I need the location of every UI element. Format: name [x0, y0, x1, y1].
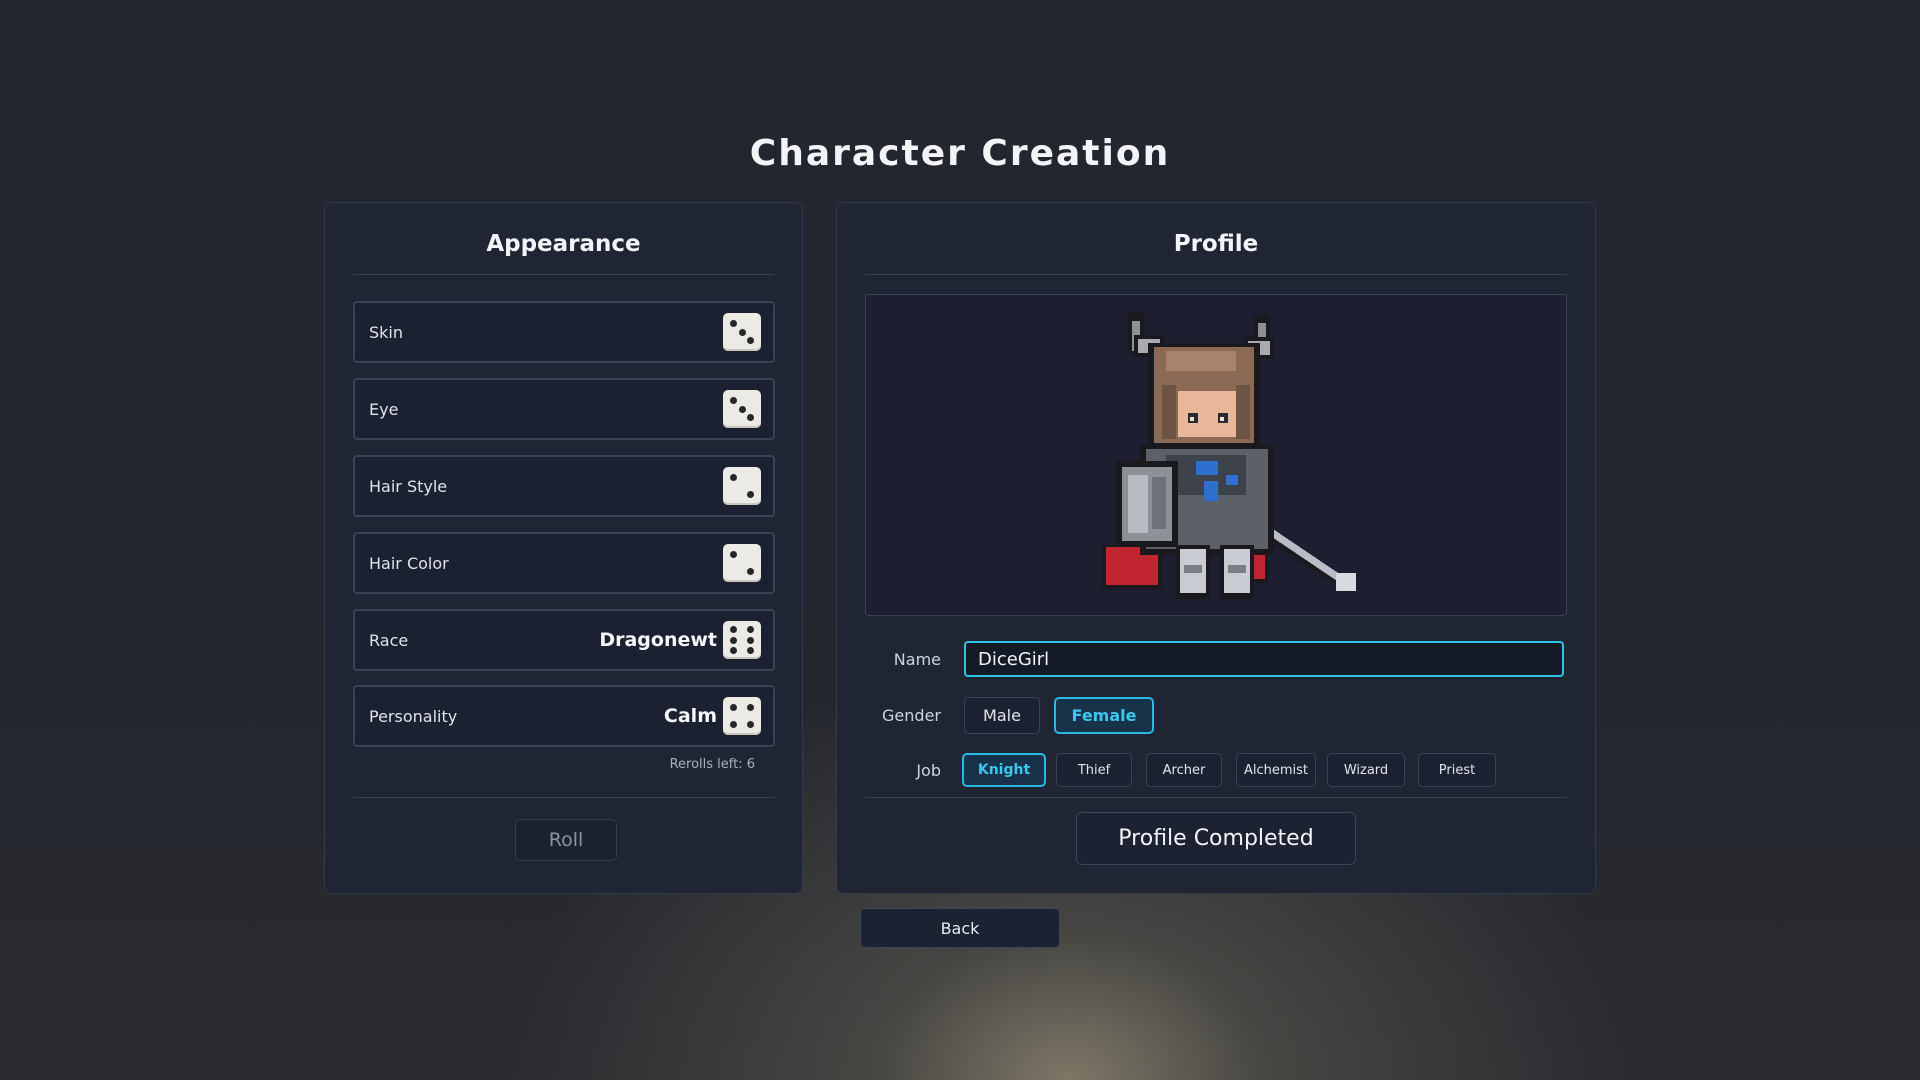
- row-label: Hair Color: [369, 553, 449, 573]
- appearance-row-hair-color: Hair Color: [353, 532, 775, 594]
- appearance-row-hair-style: Hair Style: [353, 455, 775, 517]
- dice-icon[interactable]: [723, 467, 761, 505]
- die-pip: [747, 636, 755, 644]
- die-pip: [729, 703, 737, 711]
- die-pip: [738, 328, 746, 336]
- character-preview: [865, 294, 1567, 616]
- die-pip: [738, 405, 746, 413]
- job-priest-button[interactable]: Priest: [1418, 753, 1496, 787]
- appearance-row-eye: Eye: [353, 378, 775, 440]
- roll-button[interactable]: Roll: [515, 819, 617, 861]
- die-pip: [729, 396, 737, 404]
- job-knight-button[interactable]: Knight: [962, 753, 1046, 787]
- name-input[interactable]: [964, 641, 1564, 677]
- job-archer-button[interactable]: Archer: [1146, 753, 1222, 787]
- die-pip: [729, 550, 737, 558]
- job-thief-button[interactable]: Thief: [1056, 753, 1132, 787]
- divider: [353, 797, 775, 798]
- job-alchemist-button[interactable]: Alchemist: [1236, 753, 1316, 787]
- profile-panel: Profile Name DiceGirl Gender Male Female…: [836, 202, 1596, 894]
- row-label: Personality: [369, 706, 458, 726]
- row-label: Eye: [369, 399, 399, 419]
- job-label: Job: [916, 761, 941, 780]
- die-pip: [729, 647, 737, 655]
- appearance-panel: Appearance Skin Eye Hair Style Hair Colo…: [324, 202, 803, 894]
- profile-heading: Profile: [865, 231, 1567, 275]
- dice-icon[interactable]: [723, 390, 761, 428]
- appearance-heading: Appearance: [353, 231, 774, 275]
- character-sprite: [1102, 313, 1356, 599]
- page-title: Character Creation: [749, 133, 1171, 174]
- die-pip: [729, 721, 737, 729]
- die-pip: [747, 414, 755, 422]
- profile-completed-button[interactable]: Profile Completed: [1076, 812, 1356, 865]
- die-pip: [747, 625, 755, 633]
- die-pip: [747, 491, 755, 499]
- gender-female-button[interactable]: Female: [1054, 697, 1154, 734]
- job-wizard-button[interactable]: Wizard: [1327, 753, 1405, 787]
- rerolls-counter: Rerolls left: 6: [669, 757, 755, 772]
- die-pip: [729, 625, 737, 633]
- row-label: Skin: [369, 322, 404, 342]
- row-value: Calm: [663, 705, 717, 727]
- dice-icon[interactable]: [723, 544, 761, 582]
- die-pip: [729, 319, 737, 327]
- die-pip: [747, 721, 755, 729]
- die-pip: [747, 647, 755, 655]
- die-pip: [747, 337, 755, 345]
- die-pip: [747, 703, 755, 711]
- die-pip: [747, 568, 755, 576]
- dice-icon[interactable]: [723, 621, 761, 659]
- die-pip: [729, 636, 737, 644]
- row-label: Race: [369, 630, 409, 650]
- appearance-row-race: Race Dragonewt: [353, 609, 775, 671]
- back-button[interactable]: Back: [860, 908, 1060, 948]
- row-value: Dragonewt: [599, 629, 717, 651]
- dice-icon[interactable]: [723, 697, 761, 735]
- gender-label: Gender: [882, 706, 941, 725]
- dice-icon[interactable]: [723, 313, 761, 351]
- gender-male-button[interactable]: Male: [964, 697, 1040, 734]
- row-label: Hair Style: [369, 476, 448, 496]
- appearance-row-personality: Personality Calm: [353, 685, 775, 747]
- divider: [865, 797, 1567, 798]
- die-pip: [729, 473, 737, 481]
- name-label: Name: [893, 650, 941, 669]
- appearance-row-skin: Skin: [353, 301, 775, 363]
